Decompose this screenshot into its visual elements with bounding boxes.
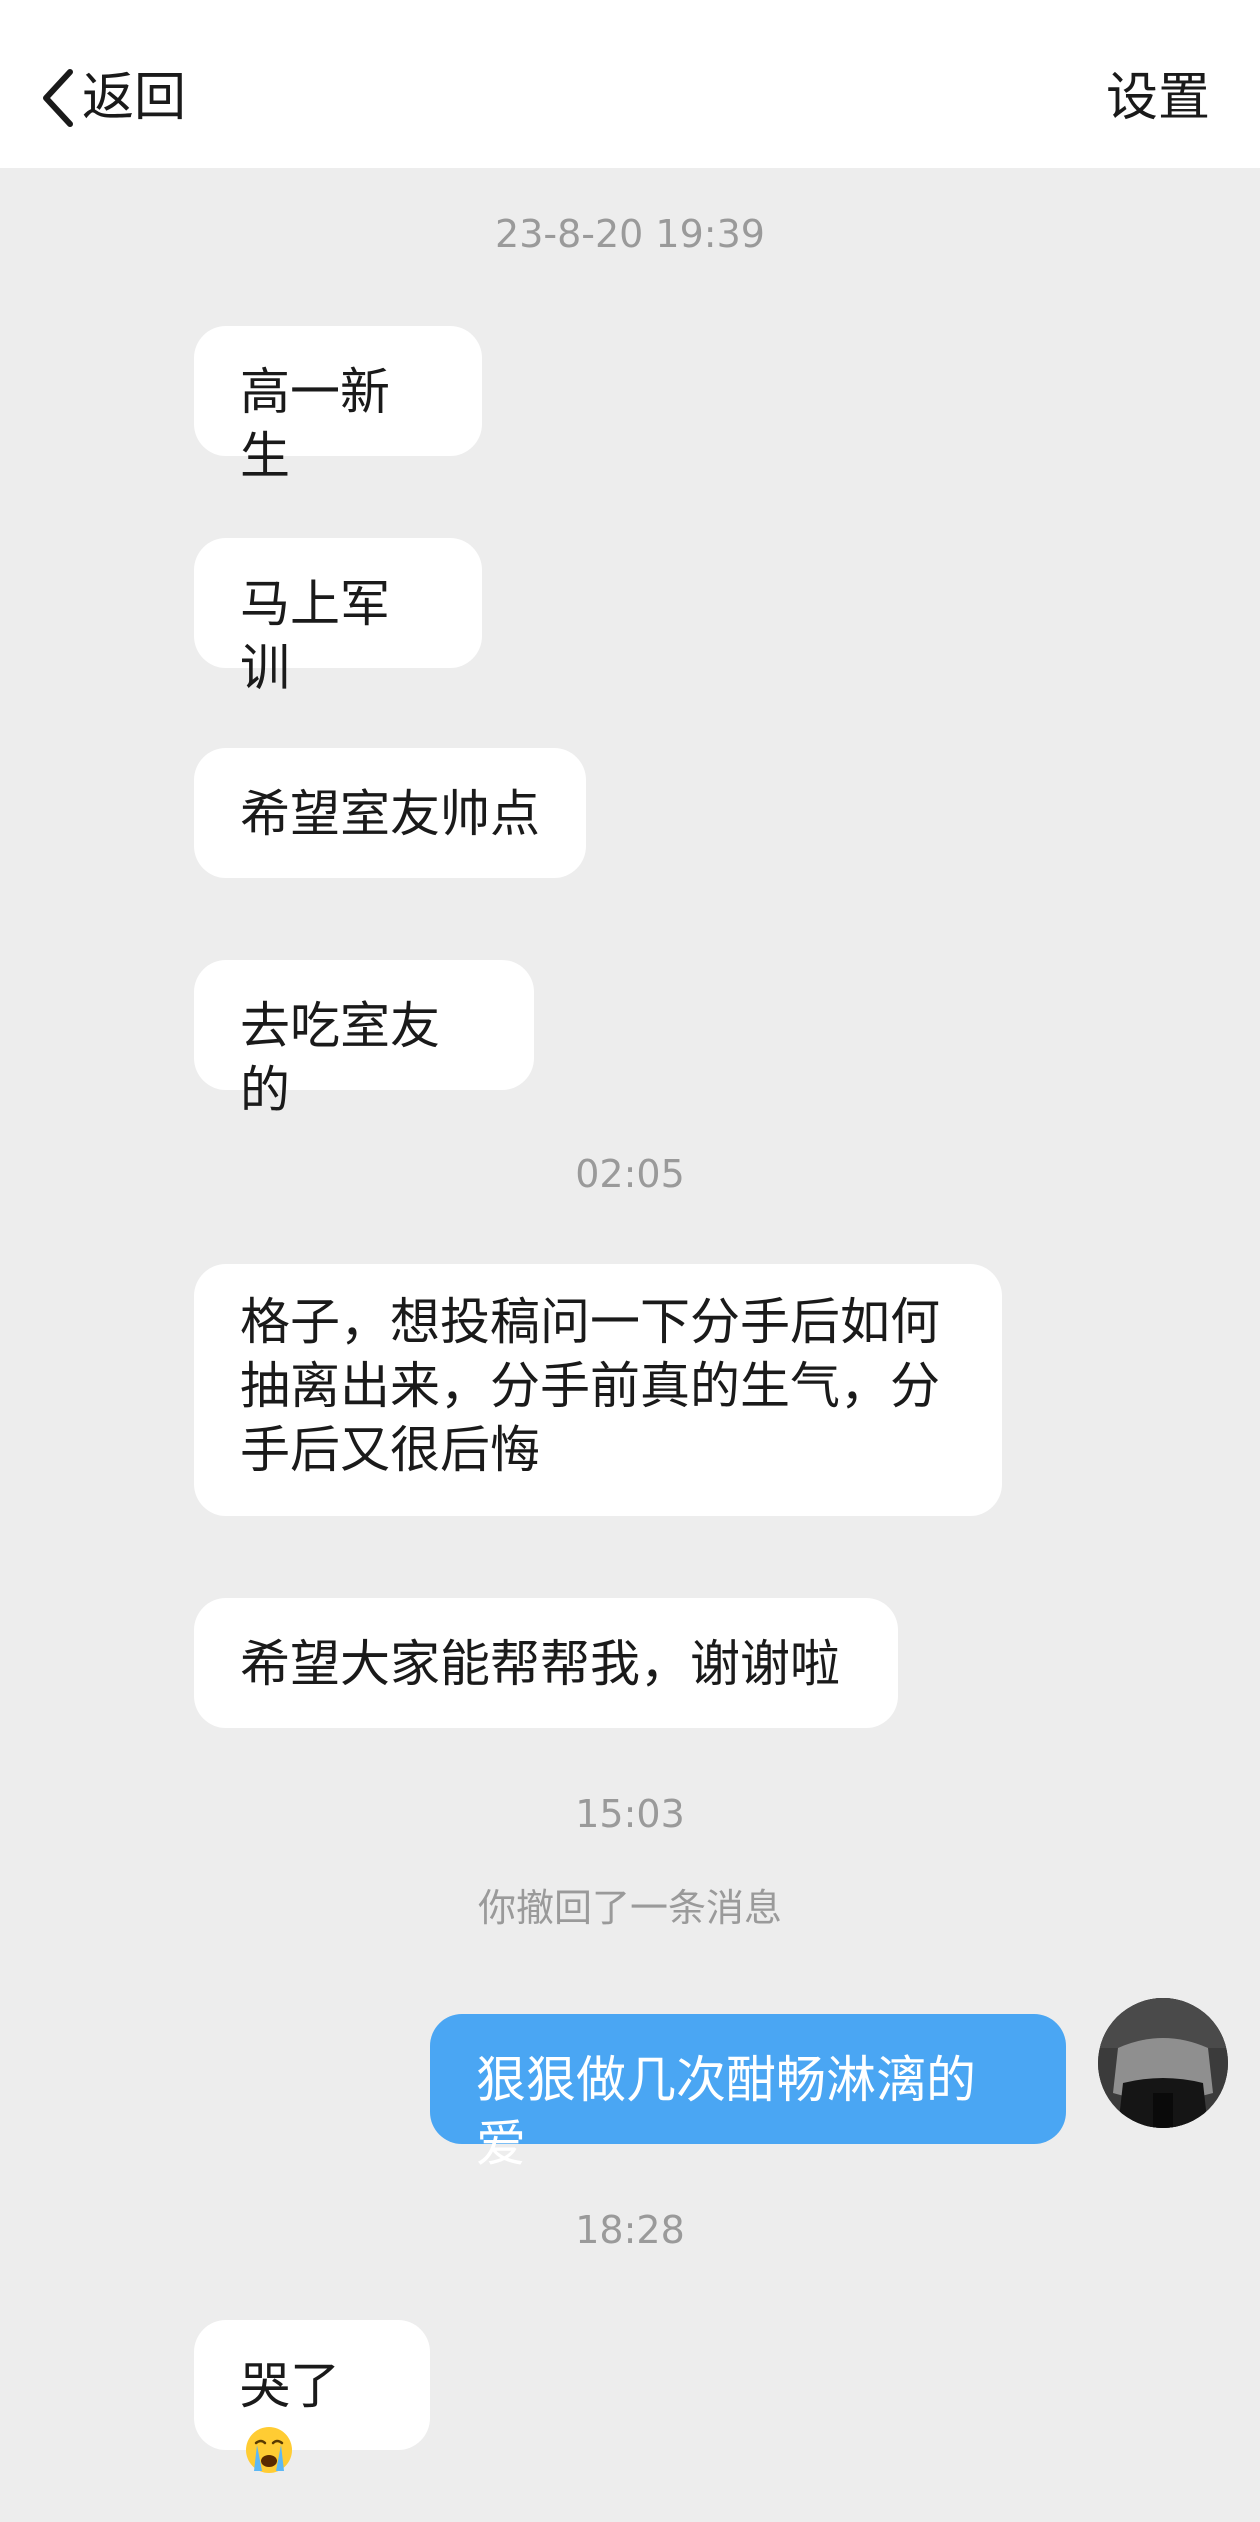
incoming-message-with-emoji[interactable]: 哭了 — [194, 2320, 430, 2473]
message-list[interactable]: 23-8-20 19:39 高一新生 马上军训 希望室友帅点 去吃室友的 02:… — [0, 168, 1260, 2522]
incoming-message[interactable]: 去吃室友的 — [194, 960, 534, 1119]
message-line: 格子，想投稿问一下分手后如何 — [240, 1293, 940, 1351]
chevron-left-icon — [40, 66, 76, 130]
outgoing-message[interactable]: 狠狠做几次酣畅淋漓的爱 — [430, 2014, 1066, 2173]
timestamp: 02:05 — [575, 1152, 685, 1196]
top-bar: 返回 设置 — [0, 0, 1260, 168]
message-line: 抽离出来，分手前真的生气，分 — [240, 1357, 940, 1415]
settings-button[interactable]: 设置 — [1106, 62, 1210, 134]
timestamp: 23-8-20 19:39 — [495, 212, 765, 256]
message-text: 哭了 — [240, 2357, 340, 2415]
incoming-message-multiline[interactable]: 格子，想投稿问一下分手后如何 抽离出来，分手前真的生气，分 手后又很后悔 — [194, 1264, 1002, 1516]
back-button[interactable]: 返回 — [40, 62, 186, 134]
incoming-message[interactable]: 马上军训 — [194, 538, 482, 697]
message-line: 手后又很后悔 — [240, 1421, 540, 1479]
timestamp: 15:03 — [575, 1792, 685, 1836]
timestamp: 18:28 — [575, 2208, 685, 2252]
crying-face-emoji — [244, 2425, 294, 2475]
incoming-message[interactable]: 高一新生 — [194, 326, 482, 485]
incoming-message[interactable]: 希望大家能帮帮我，谢谢啦 — [194, 1598, 898, 1728]
back-label: 返回 — [82, 68, 187, 128]
recall-notice: 你撤回了一条消息 — [477, 1886, 782, 1930]
incoming-message[interactable]: 希望室友帅点 — [194, 748, 586, 878]
user-avatar[interactable] — [1098, 1998, 1228, 2128]
